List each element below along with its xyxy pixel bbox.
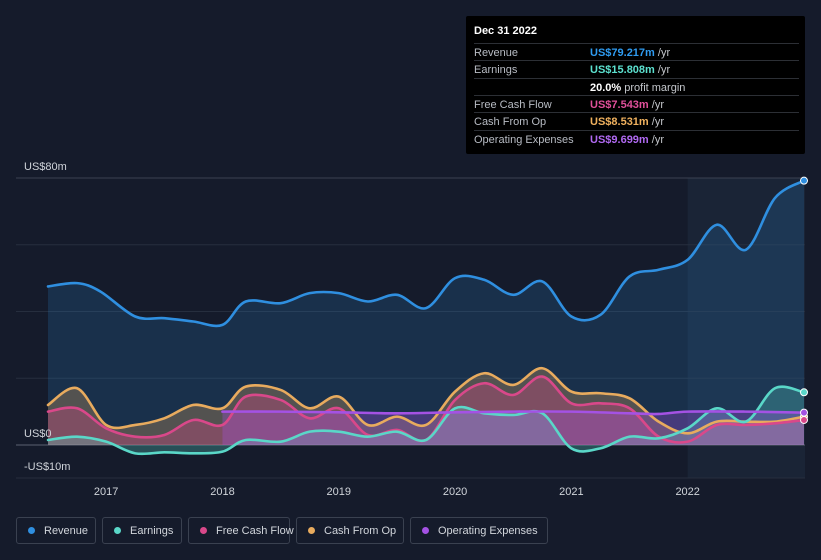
tooltip-row: Cash From Op US$8.531m /yr — [474, 112, 799, 130]
legend-dot-icon — [28, 527, 35, 534]
tooltip-value: US$7.543m /yr — [590, 98, 664, 111]
tooltip-label: Cash From Op — [474, 116, 547, 129]
y-tick-label: US$80m — [24, 161, 67, 173]
tooltip-label: Operating Expenses — [474, 133, 574, 146]
legend-dot-icon — [200, 527, 207, 534]
legend-label: Free Cash Flow — [216, 525, 294, 537]
legend-item-revenue[interactable]: Revenue — [16, 517, 96, 544]
legend-item-earnings[interactable]: Earnings — [102, 517, 182, 544]
x-tick-label: 2019 — [327, 486, 351, 498]
legend-dot-icon — [114, 527, 121, 534]
legend-dot-icon — [308, 527, 315, 534]
tooltip-label: Free Cash Flow — [474, 98, 552, 111]
tooltip-value: US$15.808m /yr — [590, 64, 671, 77]
legend-dot-icon — [422, 527, 429, 534]
x-tick-label: 2018 — [210, 486, 234, 498]
tooltip-row: Free Cash Flow US$7.543m /yr — [474, 94, 799, 113]
data-tooltip: Dec 31 2022 Revenue US$79.217m /yr Earning… — [466, 16, 805, 154]
legend-label: Cash From Op — [324, 525, 397, 537]
y-tick-label: US$0 — [24, 428, 52, 440]
legend-item-cash-from-op[interactable]: Cash From Op — [296, 517, 404, 544]
operating-expenses-area — [222, 411, 804, 445]
tooltip-label: Earnings — [474, 64, 518, 77]
tooltip-date: Dec 31 2022 — [474, 25, 537, 37]
tooltip-label: Revenue — [474, 47, 519, 59]
operating-expenses-end-marker — [800, 408, 808, 417]
earnings-end-marker — [800, 388, 808, 397]
legend-item-operating-expenses[interactable]: Operating Expenses — [410, 517, 548, 544]
legend-label: Operating Expenses — [438, 525, 538, 537]
tooltip-value: 20.0% profit margin — [590, 81, 686, 94]
revenue-end-marker — [800, 176, 808, 185]
x-tick-label: 2020 — [443, 486, 467, 498]
tooltip-row: Earnings US$15.808m /yr — [474, 60, 799, 78]
legend-item-free-cash-flow[interactable]: Free Cash Flow — [188, 517, 294, 544]
x-tick-label: 2021 — [559, 486, 583, 498]
legend-label: Revenue — [44, 525, 89, 537]
tooltip-value: US$8.531m /yr — [590, 116, 664, 129]
y-tick-label: -US$10m — [24, 461, 70, 473]
tooltip-row: Operating Expenses US$9.699m /yr — [474, 129, 799, 148]
free-cash-flow-end-marker — [800, 415, 808, 424]
tooltip-value: US$79.217m /yr — [590, 47, 671, 59]
legend-label: Earnings — [130, 525, 174, 537]
tooltip-row: Revenue US$79.217m /yr — [474, 43, 799, 61]
x-tick-label: 2022 — [675, 486, 699, 498]
tooltip-row: 20.0% profit margin — [474, 77, 799, 96]
tooltip-value: US$9.699m /yr — [590, 133, 664, 146]
x-tick-label: 2017 — [94, 486, 118, 498]
